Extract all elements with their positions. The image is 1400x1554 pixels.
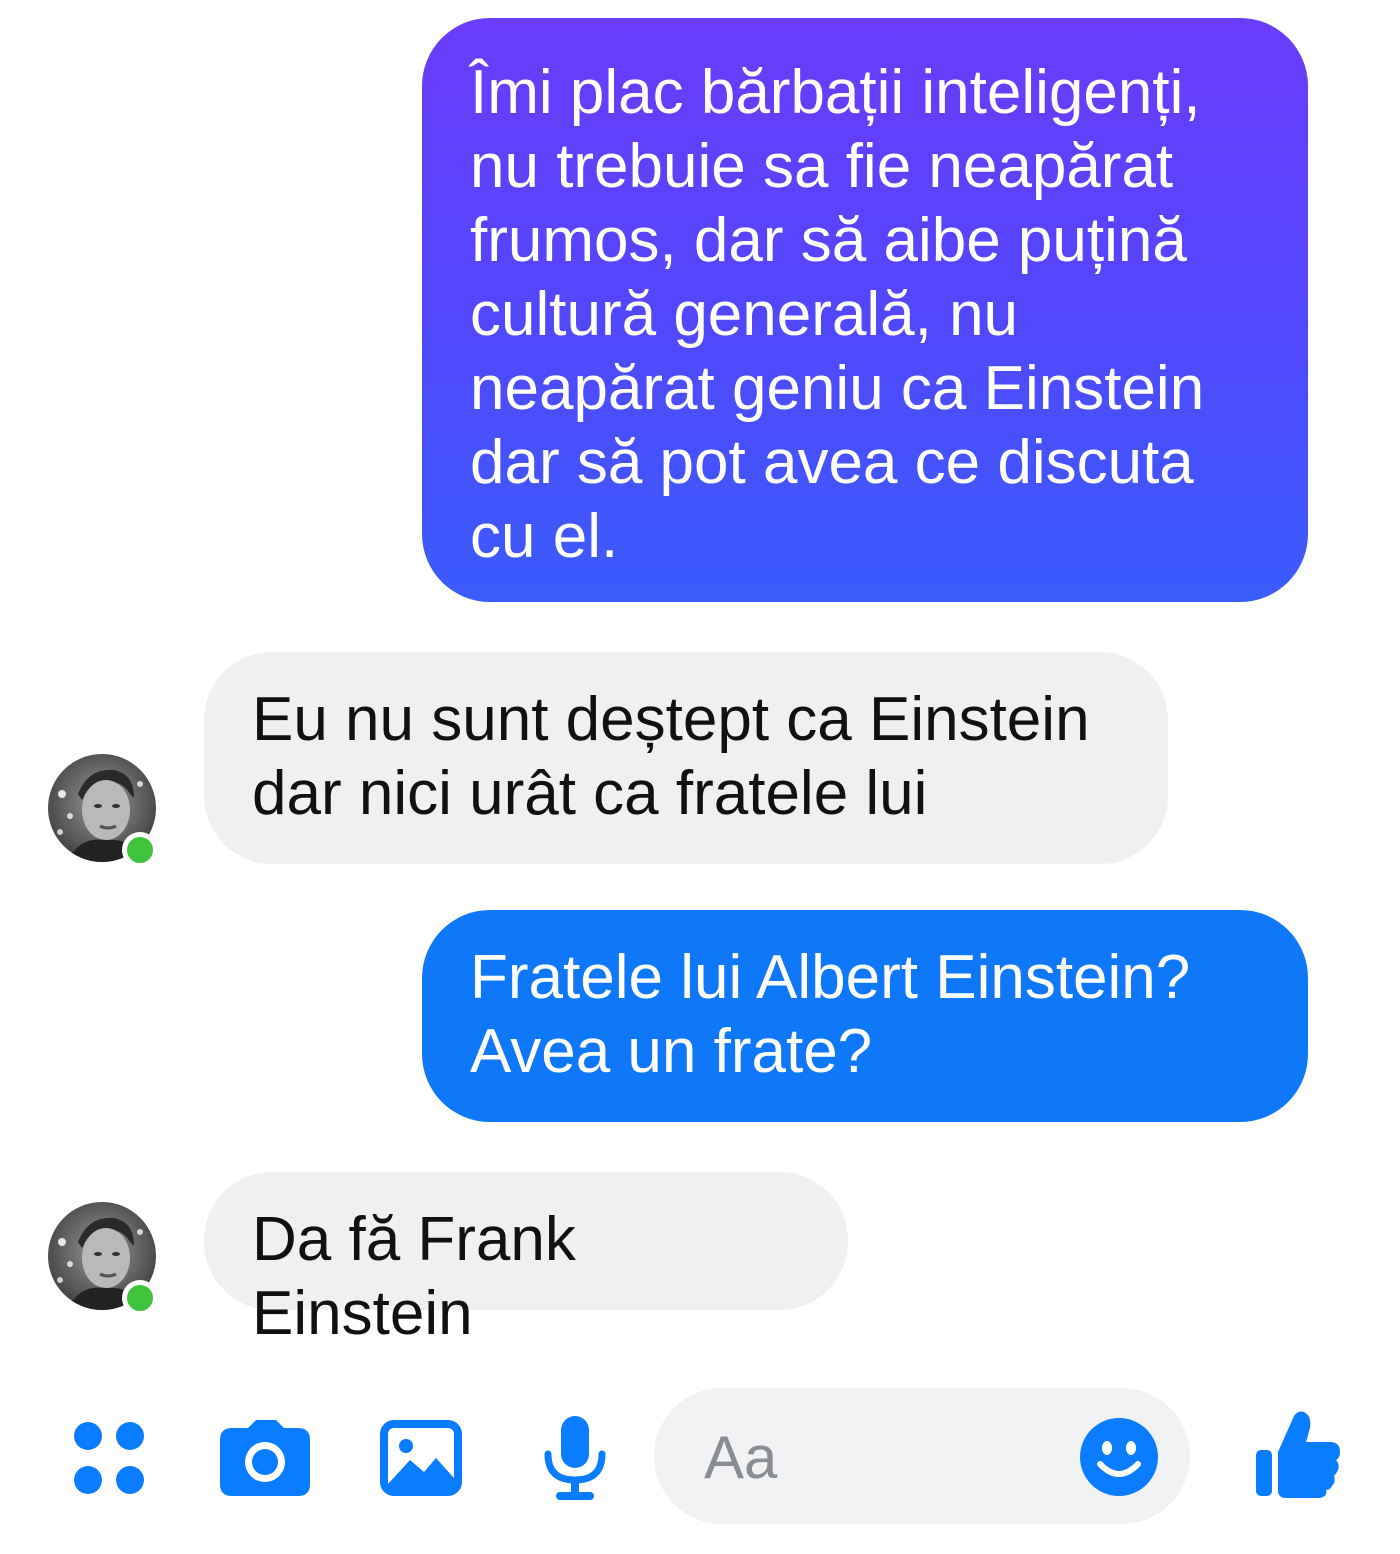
incoming-message-bubble[interactable]: Eu nu sunt deștept ca Einstein dar nici … <box>204 652 1168 864</box>
outgoing-message-bubble[interactable]: Fratele lui Albert Einstein? Avea un fra… <box>422 910 1308 1122</box>
message-input[interactable] <box>704 1422 1064 1492</box>
microphone-icon[interactable] <box>540 1416 610 1500</box>
outgoing-message-bubble[interactable]: Îmi plac bărbații inteligenți, nu trebui… <box>422 18 1308 602</box>
emoji-icon[interactable] <box>1080 1418 1158 1496</box>
gallery-icon[interactable] <box>380 1420 462 1496</box>
message-input-box[interactable] <box>654 1388 1190 1524</box>
incoming-message-bubble[interactable]: Da fă Frank Einstein <box>204 1172 848 1348</box>
apps-icon[interactable] <box>72 1420 148 1496</box>
thumbs-up-icon[interactable] <box>1256 1410 1340 1498</box>
camera-icon[interactable] <box>220 1420 310 1496</box>
online-status-indicator <box>122 1280 158 1316</box>
chat-thread: Îmi plac bărbații inteligenți, nu trebui… <box>0 0 1400 1554</box>
online-status-indicator <box>122 832 158 868</box>
